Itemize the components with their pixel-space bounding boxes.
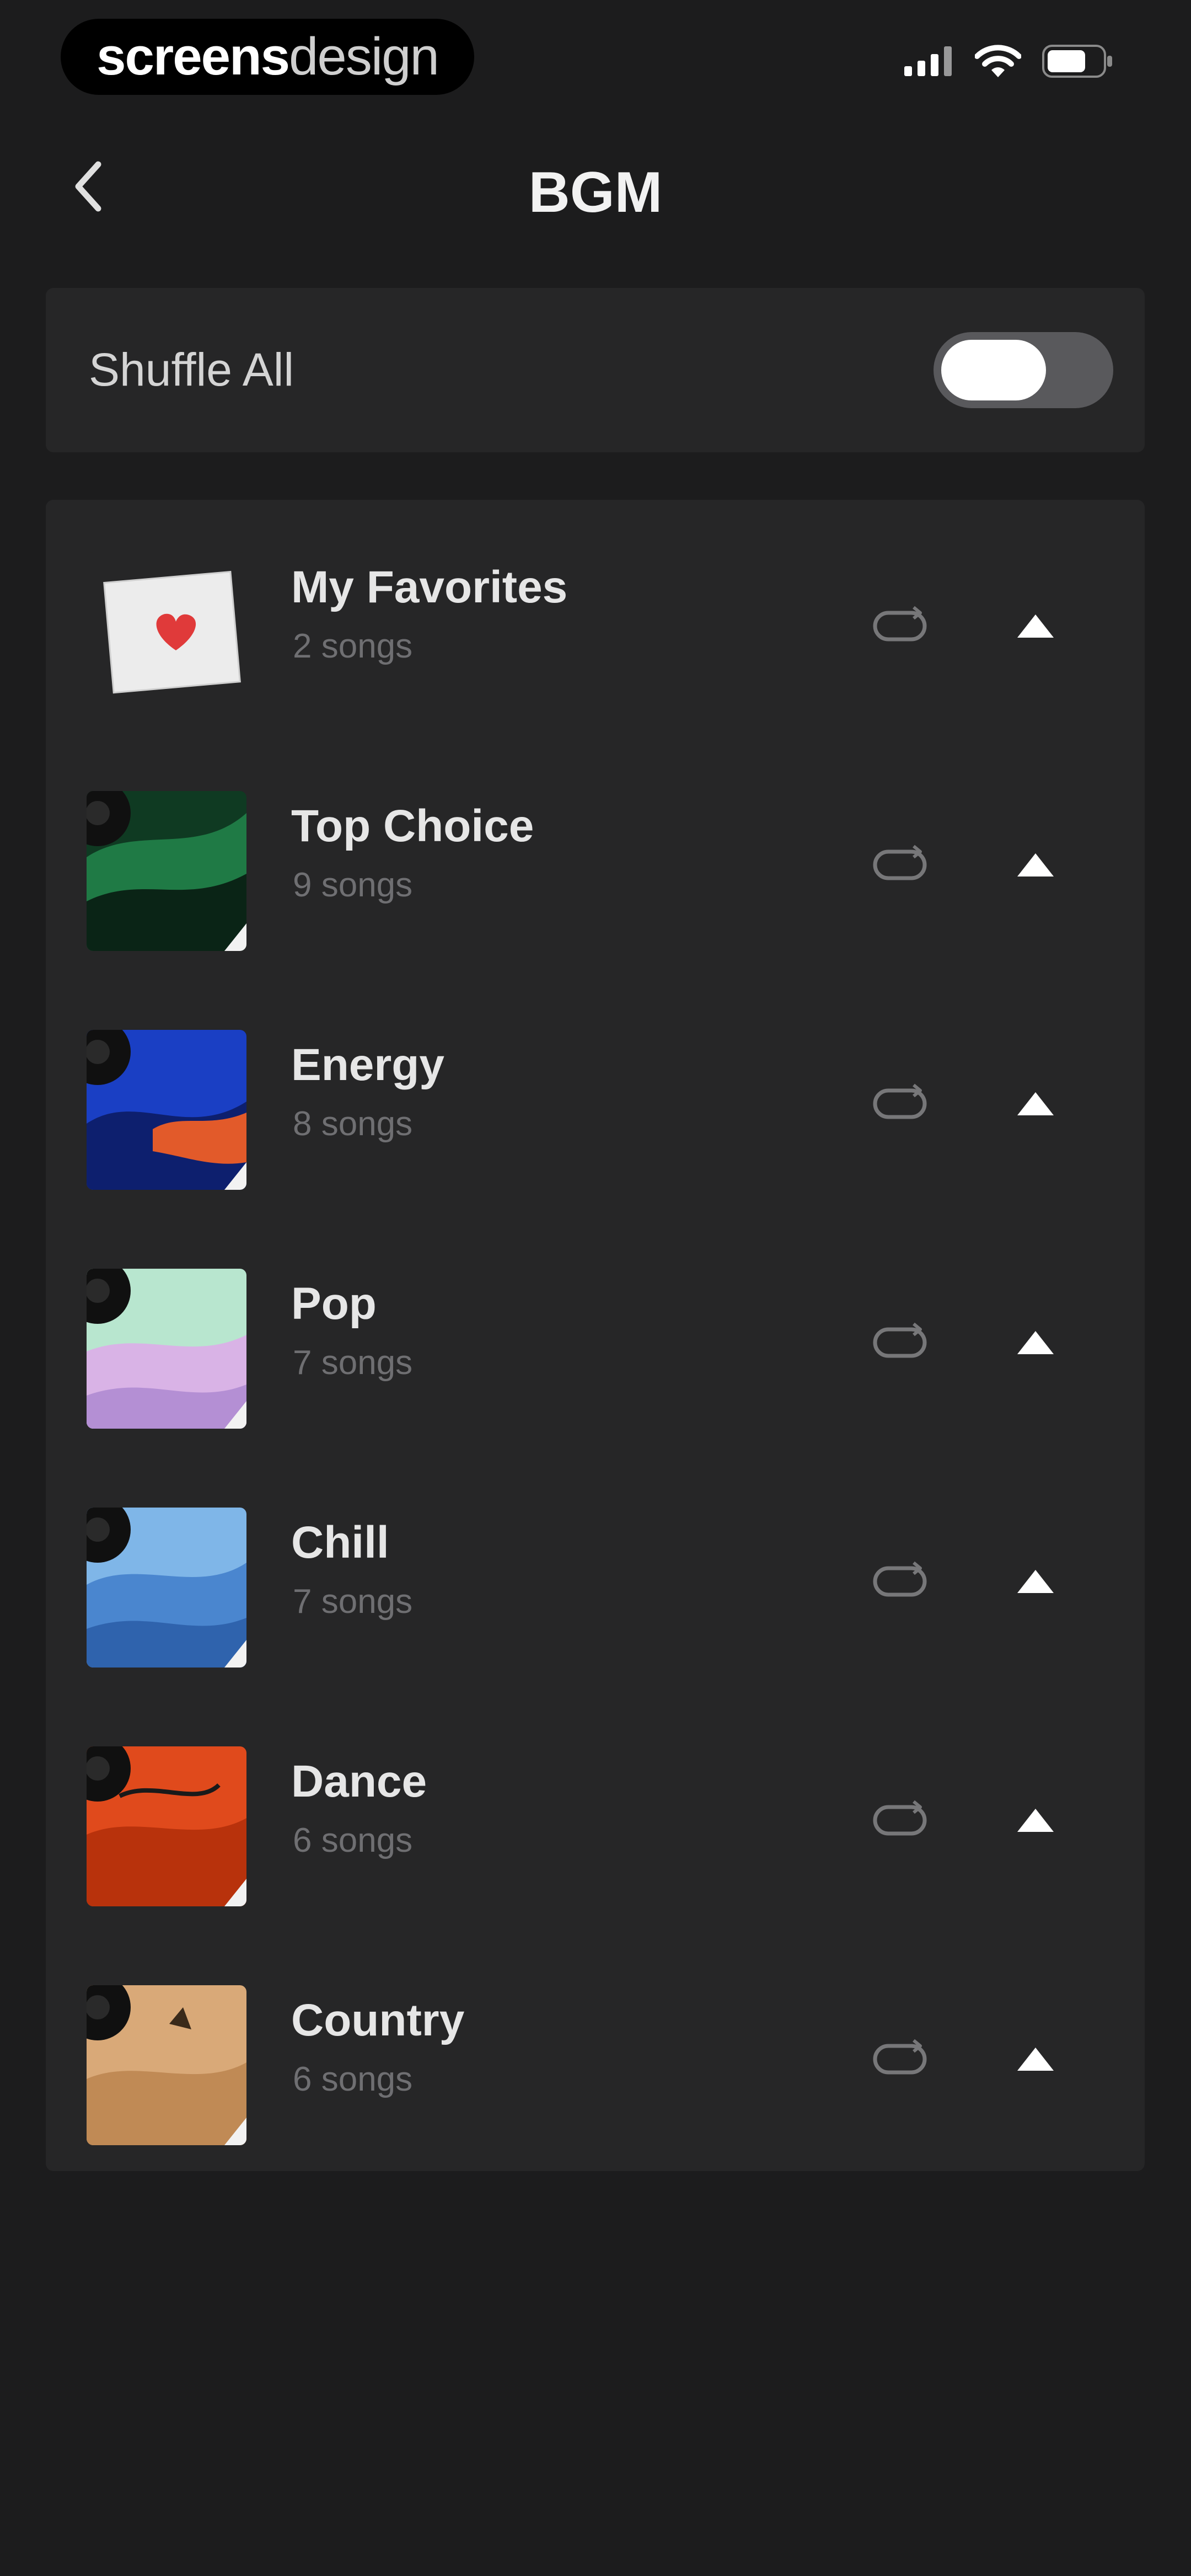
playlist-title: My Favorites <box>291 562 568 612</box>
playlist-song-count: 2 songs <box>293 627 413 665</box>
playlist-item-energy[interactable]: Energy 8 songs <box>46 977 1145 1198</box>
playlist-item-country[interactable]: Country 6 songs <box>46 1933 1145 2153</box>
brand-badge: screens design <box>61 19 474 95</box>
loop-icon <box>868 605 932 650</box>
playlist-cover-chill <box>87 1508 246 1668</box>
playlist-cover-country <box>87 1985 246 2145</box>
shuffle-all-row: Shuffle All <box>46 288 1145 452</box>
playlist-item-dance[interactable]: Dance 6 songs <box>46 1694 1145 1915</box>
loop-icon <box>868 1083 932 1127</box>
reorder-up-button[interactable] <box>1000 2030 1071 2091</box>
playlist-item-chill[interactable]: Chill 7 songs <box>46 1455 1145 1676</box>
battery-icon <box>1042 45 1114 81</box>
playlist-item-my-favorites[interactable]: My Favorites 2 songs <box>46 500 1145 720</box>
shuffle-all-toggle[interactable] <box>934 332 1113 408</box>
triangle-up-icon <box>1016 1330 1055 1358</box>
loop-icon <box>868 1322 932 1366</box>
nav-bar: BGM <box>0 132 1191 243</box>
reorder-up-button[interactable] <box>1000 1552 1071 1613</box>
triangle-up-icon <box>1016 1569 1055 1597</box>
toggle-knob <box>941 340 1046 400</box>
triangle-up-icon <box>1016 2046 1055 2075</box>
triangle-up-icon <box>1016 1091 1055 1119</box>
reorder-up-button[interactable] <box>1000 597 1071 658</box>
status-bar: screens design <box>0 0 1191 116</box>
reorder-up-button[interactable] <box>1000 1075 1071 1135</box>
playlist-list: My Favorites 2 songs Top Choice 9 songs … <box>46 500 1145 2171</box>
loop-icon <box>868 844 932 889</box>
status-icons <box>904 44 1114 81</box>
reorder-up-button[interactable] <box>1000 1313 1071 1374</box>
playlist-song-count: 9 songs <box>293 866 413 904</box>
triangle-up-icon <box>1016 1808 1055 1836</box>
playlist-cover-pop <box>87 1269 246 1429</box>
brand-strong-text: screens <box>96 27 290 86</box>
loop-button[interactable] <box>862 597 939 658</box>
shuffle-all-label: Shuffle All <box>89 344 294 396</box>
playlist-song-count: 6 songs <box>293 1821 413 1859</box>
reorder-up-button[interactable] <box>1000 836 1071 896</box>
playlist-song-count: 7 songs <box>293 1583 413 1621</box>
playlist-song-count: 6 songs <box>293 2060 413 2098</box>
playlist-item-pop[interactable]: Pop 7 songs <box>46 1216 1145 1437</box>
playlist-cover-energy <box>87 1030 246 1190</box>
playlist-song-count: 7 songs <box>293 1344 413 1382</box>
loop-button[interactable] <box>862 2030 939 2091</box>
cellular-signal-icon <box>904 46 954 79</box>
page-title: BGM <box>528 161 663 225</box>
loop-button[interactable] <box>862 1552 939 1613</box>
loop-button[interactable] <box>862 1313 939 1374</box>
playlist-cover-dance <box>87 1746 246 1906</box>
reorder-up-button[interactable] <box>1000 1791 1071 1852</box>
triangle-up-icon <box>1016 613 1055 642</box>
playlist-song-count: 8 songs <box>293 1105 413 1143</box>
triangle-up-icon <box>1016 852 1055 880</box>
loop-icon <box>868 1799 932 1844</box>
playlist-title: Pop <box>291 1279 377 1329</box>
loop-button[interactable] <box>862 1791 939 1852</box>
loop-icon <box>868 2038 932 2083</box>
playlist-title: Country <box>291 1995 465 2045</box>
playlist-title: Dance <box>291 1756 427 1807</box>
playlist-cover-my-favorites <box>87 552 246 712</box>
wifi-icon <box>974 44 1022 81</box>
loop-icon <box>868 1560 932 1605</box>
loop-button[interactable] <box>862 836 939 896</box>
loop-button[interactable] <box>862 1075 939 1135</box>
playlist-title: Top Choice <box>291 801 534 851</box>
playlist-title: Chill <box>291 1517 389 1568</box>
playlist-title: Energy <box>291 1040 444 1090</box>
playlist-cover-top-choice <box>87 791 246 951</box>
playlist-item-top-choice[interactable]: Top Choice 9 songs <box>46 739 1145 959</box>
brand-light-text: design <box>289 27 439 86</box>
